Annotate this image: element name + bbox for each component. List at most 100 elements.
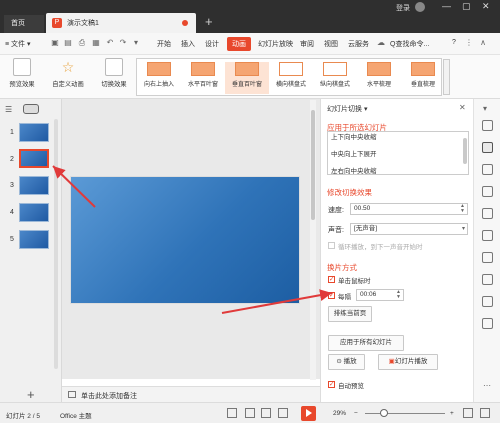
- reading-view-icon[interactable]: [278, 408, 288, 418]
- minimize-button[interactable]: —: [442, 1, 451, 11]
- gallery-item-5[interactable]: 纵向棋盘式: [313, 62, 357, 88]
- outline-icon[interactable]: ☰: [5, 105, 12, 114]
- rehearse-button[interactable]: 排练当前页: [328, 306, 372, 322]
- notes-bar[interactable]: 单击此处添加备注: [62, 386, 320, 402]
- help-icon[interactable]: [482, 318, 493, 329]
- menu-view[interactable]: 视图: [324, 39, 338, 49]
- gallery-item-3[interactable]: 垂直百叶窗: [225, 62, 269, 94]
- modify-effect-heading: 修改切换效果: [327, 188, 372, 197]
- auto-preview-checkbox[interactable]: [328, 380, 335, 388]
- list-scrollbar[interactable]: [463, 138, 467, 164]
- login-link[interactable]: 登录: [396, 3, 410, 13]
- menu-insert[interactable]: 插入: [181, 39, 195, 49]
- menu-cloud[interactable]: 云服务: [348, 39, 369, 49]
- menu-animation[interactable]: 动画: [227, 37, 251, 51]
- loop-sound-checkbox[interactable]: [328, 242, 335, 249]
- current-slide[interactable]: [70, 176, 300, 304]
- zoom-out-button[interactable]: −: [354, 410, 358, 417]
- style-icon[interactable]: [482, 230, 493, 241]
- slide-thumbnail-4[interactable]: [19, 203, 49, 222]
- gallery-item-6[interactable]: 水平梳理: [357, 62, 401, 88]
- object-properties-icon[interactable]: [482, 120, 493, 131]
- slide-thumbnail-3[interactable]: [19, 176, 49, 195]
- zoom-level[interactable]: 29%: [333, 410, 346, 417]
- redo-icon[interactable]: ↷: [118, 38, 128, 48]
- list-item[interactable]: 中央向上下展开: [331, 148, 377, 158]
- transition-thumb-icon: [323, 62, 347, 76]
- add-slide-button[interactable]: +: [27, 387, 35, 402]
- help-button[interactable]: ?: [452, 39, 456, 46]
- avatar[interactable]: [415, 2, 425, 12]
- auto-advance-checkbox[interactable]: [328, 291, 335, 299]
- menu-slideshow[interactable]: 幻灯片放映: [258, 39, 293, 49]
- advance-time-stepper[interactable]: 00:06 ▲ ▼: [356, 289, 404, 301]
- zoom-in-button[interactable]: +: [450, 410, 454, 417]
- slide-thumbnail-1[interactable]: [19, 123, 49, 142]
- spinner-icon[interactable]: ▲ ▼: [396, 290, 401, 300]
- cloud-sync-icon[interactable]: ☁: [376, 38, 386, 48]
- transition-panel-icon[interactable]: [482, 142, 493, 153]
- link-icon[interactable]: [482, 208, 493, 219]
- on-click-checkbox[interactable]: [328, 275, 335, 283]
- sound-select[interactable]: [无声音] ▾: [350, 223, 468, 235]
- save-icon[interactable]: ▣: [50, 38, 60, 48]
- notes-toggle-icon[interactable]: [227, 408, 237, 418]
- gallery-item-1[interactable]: 向右上抽入: [137, 62, 181, 88]
- speed-stepper[interactable]: 00.50 ▲ ▼: [350, 203, 468, 215]
- sidebar-collapse-icon[interactable]: ▾: [483, 104, 487, 113]
- switch-effect-button[interactable]: 切换效果: [97, 58, 131, 88]
- print-icon[interactable]: ⎙: [77, 38, 87, 48]
- maximize-button[interactable]: ▢: [462, 1, 471, 12]
- close-button[interactable]: ✕: [482, 1, 490, 12]
- share-icon[interactable]: [482, 274, 493, 285]
- file-menu[interactable]: ≡ 文件 ▾: [5, 39, 31, 49]
- play-button[interactable]: ⊙ 播放: [328, 354, 365, 370]
- fit-window-icon[interactable]: [463, 408, 473, 418]
- transition-effect-list[interactable]: 上下向中央收缩 中央向上下展开 左右向中央收缩: [327, 131, 469, 175]
- menu-design[interactable]: 设计: [205, 39, 219, 49]
- spinner-icon[interactable]: ▲ ▼: [460, 204, 465, 214]
- slides-view-icon[interactable]: [23, 104, 39, 114]
- apply-all-button[interactable]: 应用于所有幻灯片: [328, 335, 404, 351]
- normal-view-icon[interactable]: [245, 408, 255, 418]
- fullscreen-icon[interactable]: [480, 408, 490, 418]
- export-icon[interactable]: ▦: [91, 38, 101, 48]
- editor-scrollbar[interactable]: [310, 100, 316, 380]
- gallery-item-7[interactable]: 垂直梳理: [401, 62, 445, 88]
- menu-review[interactable]: 审阅: [300, 39, 314, 49]
- preview-effect-button[interactable]: 预览效果: [6, 58, 38, 88]
- document-tab[interactable]: P 演示文稿1: [46, 13, 196, 33]
- gallery-item-2[interactable]: 水平百叶窗: [181, 62, 225, 88]
- zoom-slider-handle[interactable]: [380, 409, 388, 417]
- thumbnail-scrollbar[interactable]: [54, 119, 58, 369]
- new-tab-button[interactable]: +: [205, 14, 213, 29]
- editor-scroll-thumb[interactable]: [311, 110, 315, 220]
- panel-close-icon[interactable]: ✕: [459, 103, 466, 112]
- start-slideshow-button[interactable]: [301, 406, 316, 421]
- dropdown-icon[interactable]: ▾: [131, 38, 141, 48]
- animation-ribbon: 预览效果 ☆ 自定义动画 切换效果 向右上抽入 水平百叶窗 垂直百叶窗 横向棋盘…: [0, 55, 500, 99]
- gallery-item-4[interactable]: 横向棋盘式: [269, 62, 313, 88]
- list-item[interactable]: 上下向中央收缩: [331, 131, 377, 141]
- zoom-slider[interactable]: [365, 413, 445, 414]
- slide-thumbnail-5[interactable]: [19, 230, 49, 249]
- location-icon[interactable]: [482, 252, 493, 263]
- undo-icon[interactable]: ↶: [105, 38, 115, 48]
- slideshow-button[interactable]: ▣幻灯片播放: [378, 354, 438, 370]
- more-tools-icon[interactable]: ⋯: [483, 381, 491, 390]
- menu-start[interactable]: 开始: [157, 39, 171, 49]
- panel-title[interactable]: 幻灯片切换 ▾: [327, 104, 367, 114]
- more-icon[interactable]: ⋮: [464, 38, 474, 48]
- gallery-scroll[interactable]: [443, 59, 450, 95]
- animation-pane-icon[interactable]: [482, 164, 493, 175]
- list-item[interactable]: 左右向中央收缩: [331, 165, 377, 175]
- collapse-ribbon-icon[interactable]: ∧: [478, 38, 488, 48]
- shape-icon[interactable]: [482, 186, 493, 197]
- folder-icon[interactable]: ▤: [63, 38, 73, 48]
- search-command[interactable]: Q查找命令...: [390, 39, 429, 49]
- slide-sorter-icon[interactable]: [261, 408, 271, 418]
- home-tab[interactable]: 首页: [4, 15, 44, 33]
- custom-animation-button[interactable]: ☆ 自定义动画: [48, 58, 88, 88]
- history-icon[interactable]: [482, 296, 493, 307]
- slide-thumbnail-2[interactable]: [19, 149, 49, 168]
